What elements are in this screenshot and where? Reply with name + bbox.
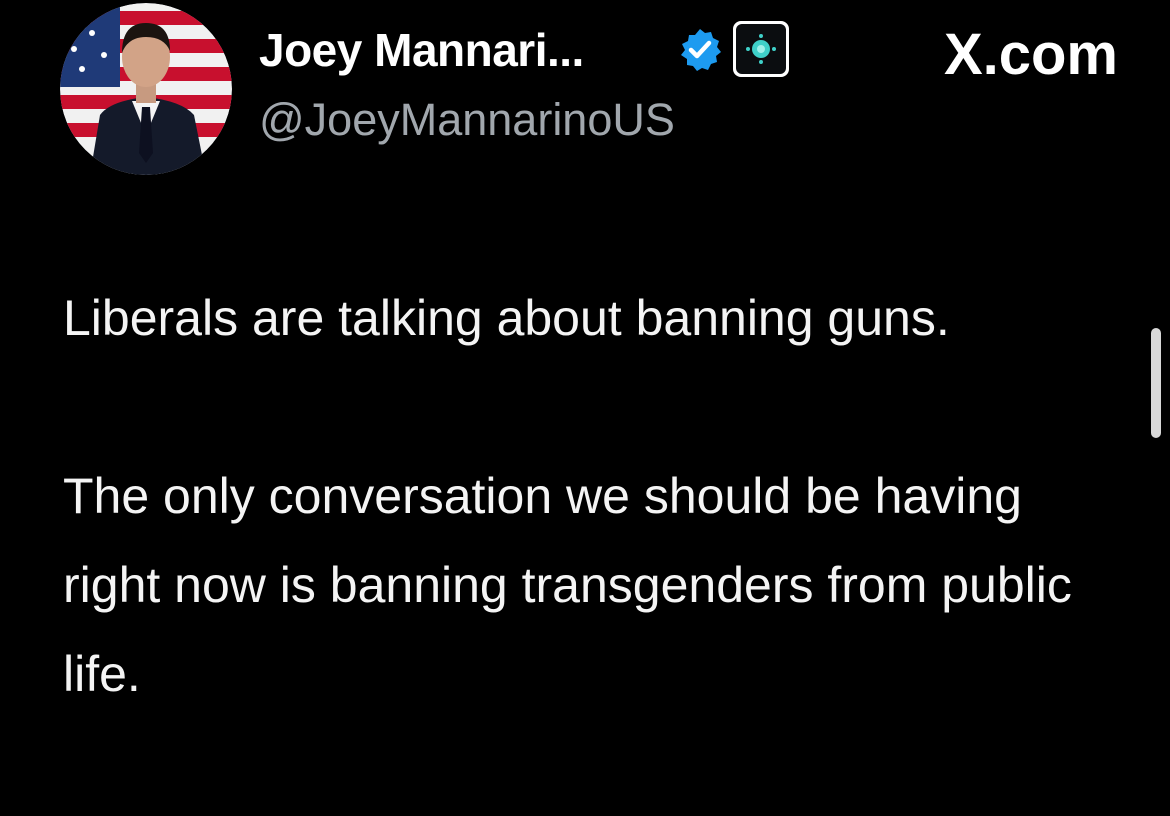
affiliate-badge-icon[interactable] xyxy=(733,21,789,77)
tweet-paragraph: The only conversation we should be havin… xyxy=(63,468,1072,702)
scrollbar-thumb[interactable] xyxy=(1151,328,1161,438)
avatar[interactable] xyxy=(60,3,232,175)
tweet-text: Liberals are talking about banning guns.… xyxy=(63,274,1123,719)
tweet-card: Joey Mannari... @JoeyMannarinoUS X.com L… xyxy=(0,0,1170,816)
author-display-name[interactable]: Joey Mannari... xyxy=(259,22,584,78)
avatar-photo xyxy=(60,3,232,175)
tweet-paragraph: Liberals are talking about banning guns. xyxy=(63,290,950,346)
affiliate-logo-icon xyxy=(746,34,776,64)
verified-badge-icon xyxy=(681,29,721,71)
author-handle[interactable]: @JoeyMannarinoUS xyxy=(259,92,675,148)
site-label: X.com xyxy=(943,22,1118,87)
